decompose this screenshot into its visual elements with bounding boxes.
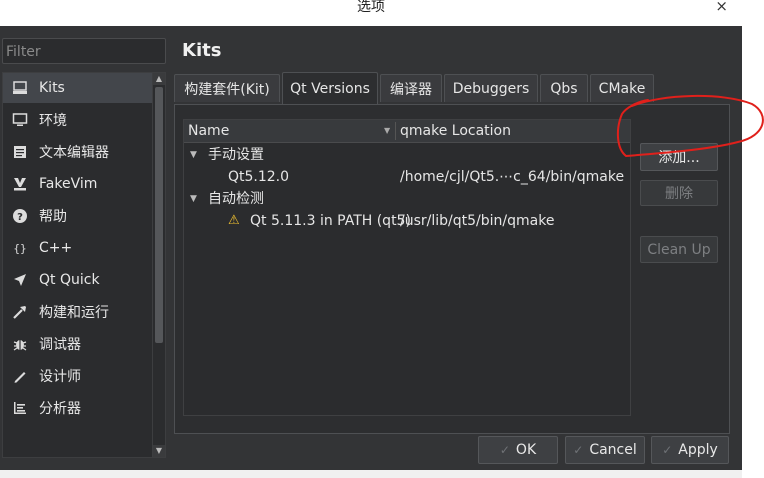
expand-arrow-icon[interactable]: ▼	[190, 188, 197, 210]
check-icon: ✓	[499, 443, 510, 457]
clean-up-button[interactable]: Clean Up	[640, 236, 718, 263]
scroll-down-icon[interactable]: ▼	[153, 445, 165, 457]
sidebar-item-designer[interactable]: 设计师	[3, 361, 153, 391]
qt-versions-panel: Name ▼ qmake Location ▼ 手动设置 Qt5.12.0 /h…	[174, 104, 730, 434]
sidebar-item-label: Qt Quick	[39, 272, 100, 288]
group-label: 手动设置	[208, 147, 264, 163]
group-label: 自动检测	[208, 191, 264, 207]
sidebar-item-label: 文本编辑器	[39, 145, 109, 161]
qt-versions-tree[interactable]: Name ▼ qmake Location ▼ 手动设置 Qt5.12.0 /h…	[183, 119, 631, 416]
kits-icon	[11, 79, 29, 97]
column-divider[interactable]	[395, 122, 396, 140]
sidebar-item-cpp[interactable]: {} C++	[3, 233, 153, 263]
cancel-icon: ✓	[573, 443, 584, 457]
sidebar: Kits 环境 文本编辑器 FakeVim ? 帮助 {} C++ Qt Qui…	[2, 72, 166, 458]
filter-input[interactable]: Filter	[2, 38, 166, 64]
qt-version-name: Qt5.12.0	[228, 169, 290, 185]
bottom-edge	[0, 470, 742, 478]
sidebar-item-label: Kits	[39, 80, 65, 96]
qmake-location: /home/cjl/Qt5.⋯c_64/bin/qmake	[400, 169, 625, 185]
analyzer-icon	[11, 399, 29, 417]
ok-button[interactable]: ✓ OK	[478, 436, 558, 464]
tab-cmake[interactable]: CMake	[590, 74, 654, 102]
warning-icon: ⚠	[228, 213, 240, 228]
tree-group-manual[interactable]: ▼ 手动设置	[184, 144, 630, 166]
scroll-up-icon[interactable]: ▲	[153, 73, 165, 85]
check-icon: ✓	[662, 443, 673, 457]
tab-debuggers[interactable]: Debuggers	[444, 74, 538, 102]
sidebar-scrollbar[interactable]: ▲ ▼	[152, 73, 165, 457]
tab-qbs[interactable]: Qbs	[540, 74, 588, 102]
sidebar-item-label: 调试器	[39, 337, 81, 353]
window-title: 选项	[357, 0, 385, 15]
sidebar-item-label: 构建和运行	[39, 305, 109, 321]
monitor-icon	[11, 111, 29, 129]
options-dialog: Filter Kits 环境 文本编辑器 FakeVim ? 帮助 {} C++…	[0, 26, 742, 478]
help-icon: ?	[11, 207, 29, 225]
sidebar-item-qt-quick[interactable]: Qt Quick	[3, 265, 153, 295]
svg-text:{}: {}	[13, 242, 26, 255]
qt-quick-icon	[11, 271, 29, 289]
sidebar-item-analyzer[interactable]: 分析器	[3, 393, 153, 423]
sidebar-item-text-editor[interactable]: 文本编辑器	[3, 137, 153, 167]
svg-text:?: ?	[17, 212, 23, 223]
sidebar-item-label: 帮助	[39, 209, 67, 225]
tab-qt-versions[interactable]: Qt Versions	[282, 72, 378, 104]
desktop-background	[742, 0, 764, 478]
title-bar: 选项 ×	[0, 0, 742, 26]
sidebar-item-label: 分析器	[39, 401, 81, 417]
sidebar-item-debugger[interactable]: 调试器	[3, 329, 153, 359]
table-row[interactable]: ⚠ Qt 5.11.3 in PATH (qt5) /usr/lib/qt5/b…	[184, 210, 630, 232]
close-icon[interactable]: ×	[715, 0, 728, 14]
tab-kits[interactable]: 构建套件(Kit)	[174, 74, 280, 102]
pen-icon	[11, 367, 29, 385]
text-editor-icon	[11, 143, 29, 161]
sidebar-item-help[interactable]: ? 帮助	[3, 201, 153, 231]
sidebar-item-label: C++	[39, 240, 73, 256]
fakevim-icon	[11, 175, 29, 193]
sidebar-item-label: 设计师	[39, 369, 81, 385]
qmake-location: /usr/lib/qt5/bin/qmake	[400, 213, 555, 229]
sidebar-item-fakevim[interactable]: FakeVim	[3, 169, 153, 199]
add-button[interactable]: 添加...	[640, 143, 718, 171]
tree-group-auto[interactable]: ▼ 自动检测	[184, 188, 630, 210]
tab-compilers[interactable]: 编译器	[380, 74, 442, 102]
cancel-button[interactable]: ✓ Cancel	[565, 436, 645, 464]
bug-icon	[11, 335, 29, 353]
table-row[interactable]: Qt5.12.0 /home/cjl/Qt5.⋯c_64/bin/qmake	[184, 166, 630, 188]
braces-icon: {}	[11, 239, 29, 257]
sidebar-item-kits[interactable]: Kits	[3, 73, 153, 103]
apply-label: Apply	[678, 442, 718, 458]
column-header-name[interactable]: Name	[188, 120, 229, 142]
sidebar-item-build-run[interactable]: 构建和运行	[3, 297, 153, 327]
page-title: Kits	[182, 40, 222, 61]
sidebar-item-label: 环境	[39, 113, 67, 129]
scrollbar-thumb[interactable]	[155, 87, 163, 343]
sort-arrow-icon: ▼	[384, 126, 391, 135]
tree-header: Name ▼ qmake Location	[184, 120, 630, 143]
remove-button[interactable]: 删除	[640, 180, 718, 206]
apply-button[interactable]: ✓ Apply	[651, 436, 729, 464]
hammer-icon	[11, 303, 29, 321]
expand-arrow-icon[interactable]: ▼	[190, 144, 197, 166]
ok-label: OK	[515, 442, 537, 458]
column-header-location[interactable]: qmake Location	[400, 120, 511, 142]
sidebar-item-label: FakeVim	[39, 176, 98, 192]
sidebar-item-environment[interactable]: 环境	[3, 105, 153, 135]
cancel-label: Cancel	[589, 442, 637, 458]
qt-version-name: Qt 5.11.3 in PATH (qt5)	[250, 213, 411, 229]
